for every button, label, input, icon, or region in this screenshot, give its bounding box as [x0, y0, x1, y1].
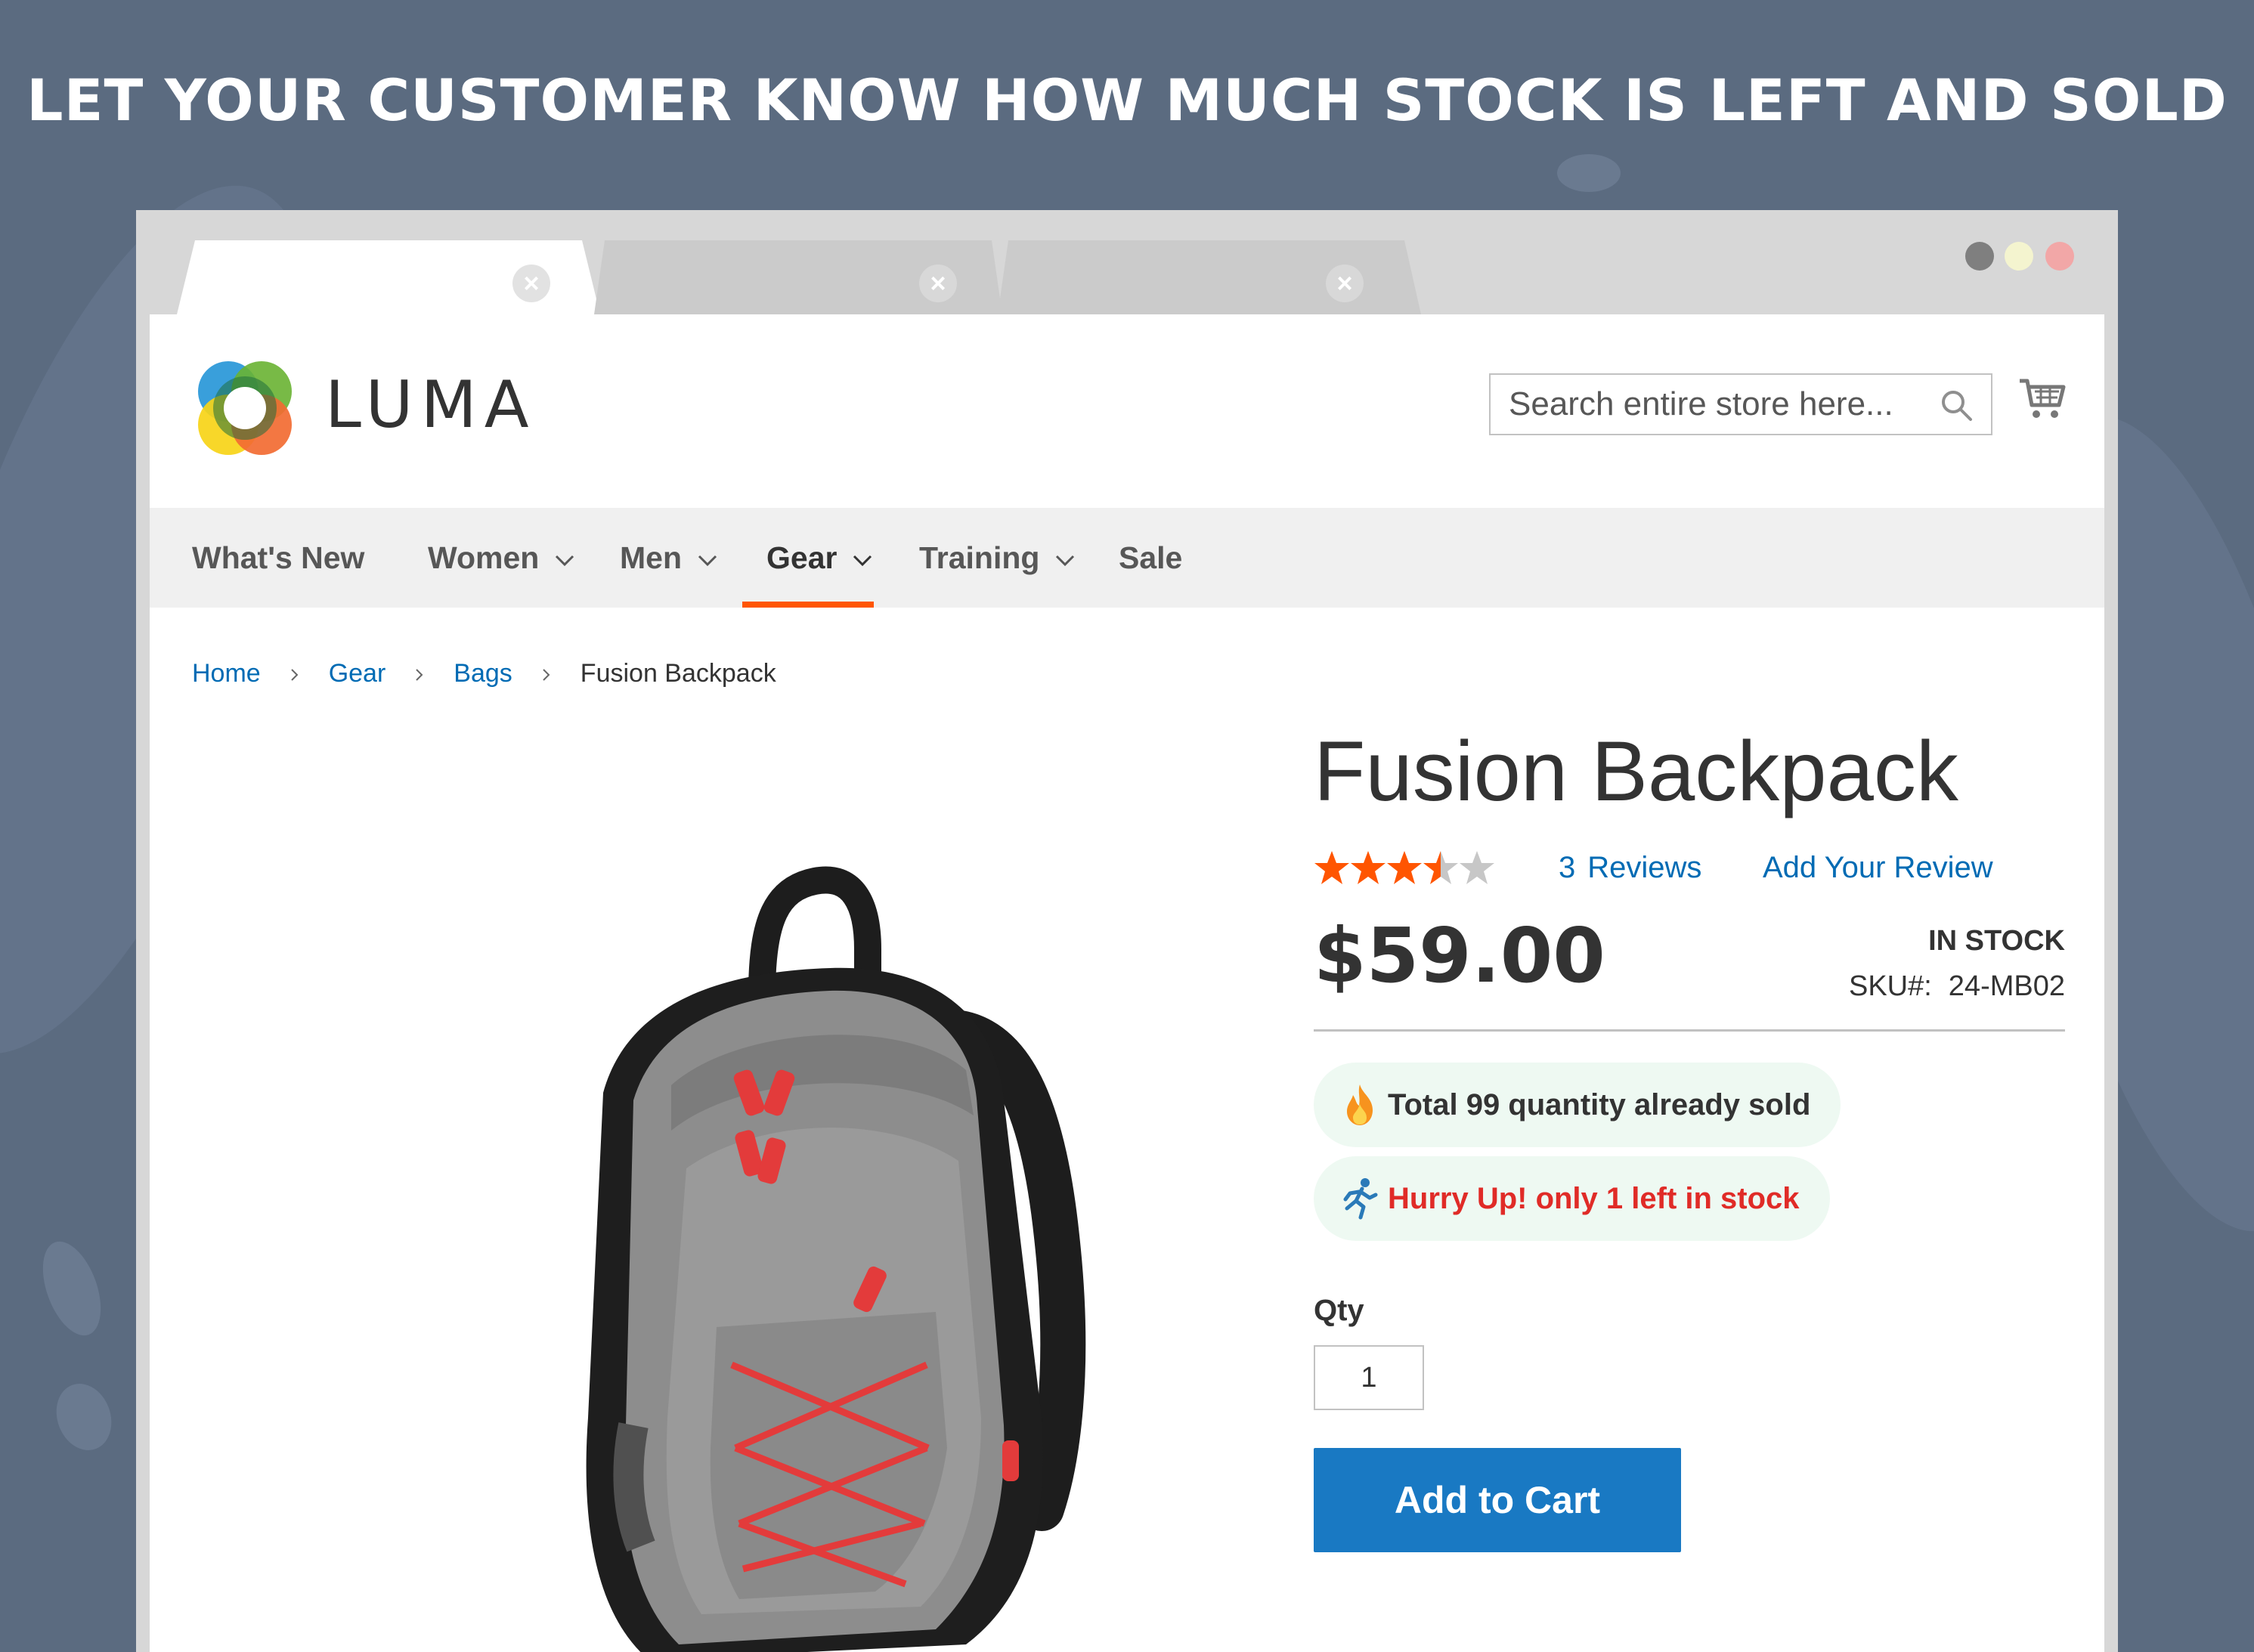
nav-active-indicator — [742, 602, 874, 608]
divider — [1314, 1029, 2065, 1032]
breadcrumb-current: Fusion Backpack — [580, 659, 776, 688]
reviews-label: Reviews — [1587, 851, 1702, 884]
star-filled-icon — [1314, 851, 1349, 884]
add-to-cart-button[interactable]: Add to Cart — [1314, 1448, 1681, 1552]
chevron-down-icon — [556, 555, 574, 567]
window-control-minimize[interactable] — [1965, 242, 1994, 271]
chevron-down-icon — [1056, 555, 1075, 567]
stock-left-message: Hurry Up! only 1 left in stock — [1388, 1181, 1800, 1215]
nav-item-label: Women — [428, 540, 540, 575]
browser-tab-active[interactable]: × — [177, 240, 600, 314]
nav-item-women[interactable]: Women — [428, 508, 575, 608]
window-control-close[interactable] — [2045, 242, 2074, 271]
qty-label: Qty — [1314, 1294, 1364, 1327]
chevron-down-icon — [853, 555, 872, 567]
sold-message: Total 99 quantity already sold — [1388, 1087, 1811, 1121]
store-header: LUMA — [150, 314, 2104, 508]
search-box — [1489, 373, 1992, 435]
sku-label: SKU#: — [1848, 970, 1932, 1002]
nav-item-label: Sale — [1119, 540, 1183, 575]
search-input[interactable] — [1491, 375, 1929, 434]
nav-item-label: What's New — [192, 540, 365, 575]
close-icon[interactable]: × — [512, 265, 550, 302]
cart-icon[interactable] — [2018, 375, 2067, 423]
chevron-down-icon — [698, 555, 717, 567]
close-icon[interactable]: × — [1326, 265, 1364, 302]
fire-icon — [1347, 1084, 1373, 1125]
close-icon[interactable]: × — [919, 265, 957, 302]
product-image-backpack[interactable] — [512, 843, 1163, 1652]
browser-tab[interactable]: × — [998, 240, 1421, 314]
main-navigation: What's New Women Men Gear Training Sale — [150, 508, 2104, 608]
luma-logo-icon[interactable] — [192, 355, 298, 461]
background-shape — [1557, 154, 1621, 192]
nav-item-whats-new[interactable]: What's New — [192, 508, 364, 608]
breadcrumb-link-gear[interactable]: Gear — [329, 659, 386, 688]
browser-window: × × × LUMA Search entire store here... W… — [136, 210, 2118, 1652]
nav-item-label: Training — [919, 540, 1040, 575]
rating-stars[interactable] — [1314, 849, 1495, 887]
store-page: LUMA What's New Women Men — [150, 314, 2104, 1652]
chevron-right-icon — [416, 669, 423, 681]
sold-quantity-badge: Total 99 quantity already sold — [1314, 1063, 1841, 1147]
star-empty-icon — [1460, 851, 1494, 884]
stock-left-badge: Hurry Up! only 1 left in stock — [1314, 1156, 1830, 1241]
nav-item-gear[interactable]: Gear — [766, 508, 873, 608]
product-title: Fusion Backpack — [1314, 724, 1958, 818]
breadcrumb: Home Gear Bags Fusion Backpack — [192, 659, 776, 688]
window-control-maximize[interactable] — [2005, 242, 2033, 271]
nav-item-men[interactable]: Men — [620, 508, 718, 608]
star-filled-icon — [1351, 851, 1386, 884]
star-half-icon — [1423, 851, 1458, 884]
qty-input[interactable] — [1314, 1345, 1424, 1410]
running-person-icon — [1343, 1178, 1378, 1220]
chevron-right-icon — [290, 669, 299, 681]
browser-tab[interactable]: × — [594, 240, 1002, 314]
nav-item-sale[interactable]: Sale — [1119, 508, 1182, 608]
stock-status: IN STOCK — [1928, 925, 2065, 957]
store-logo-text[interactable]: LUMA — [325, 367, 537, 443]
product-price: $59.00 — [1314, 911, 1605, 1000]
sku-value: 24-MB02 — [1948, 970, 2065, 1002]
banner-headline: LET YOUR CUSTOMER KNOW HOW MUCH STOCK IS… — [26, 67, 2228, 134]
background-shape — [31, 1233, 113, 1344]
reviews-count: 3 — [1559, 851, 1576, 884]
nav-item-label: Men — [620, 540, 682, 575]
nav-item-label: Gear — [766, 540, 838, 575]
product-sku: SKU#: 24-MB02 — [1849, 970, 2065, 1003]
breadcrumb-link-home[interactable]: Home — [192, 659, 261, 688]
reviews-link[interactable]: 3 Reviews — [1559, 851, 1701, 885]
search-icon[interactable] — [1938, 387, 1974, 423]
nav-item-training[interactable]: Training — [919, 508, 1076, 608]
background-shape — [47, 1375, 121, 1459]
add-review-link[interactable]: Add Your Review — [1763, 851, 1993, 885]
breadcrumb-link-bags[interactable]: Bags — [454, 659, 512, 688]
chevron-right-icon — [543, 669, 550, 681]
star-filled-icon — [1387, 851, 1422, 884]
